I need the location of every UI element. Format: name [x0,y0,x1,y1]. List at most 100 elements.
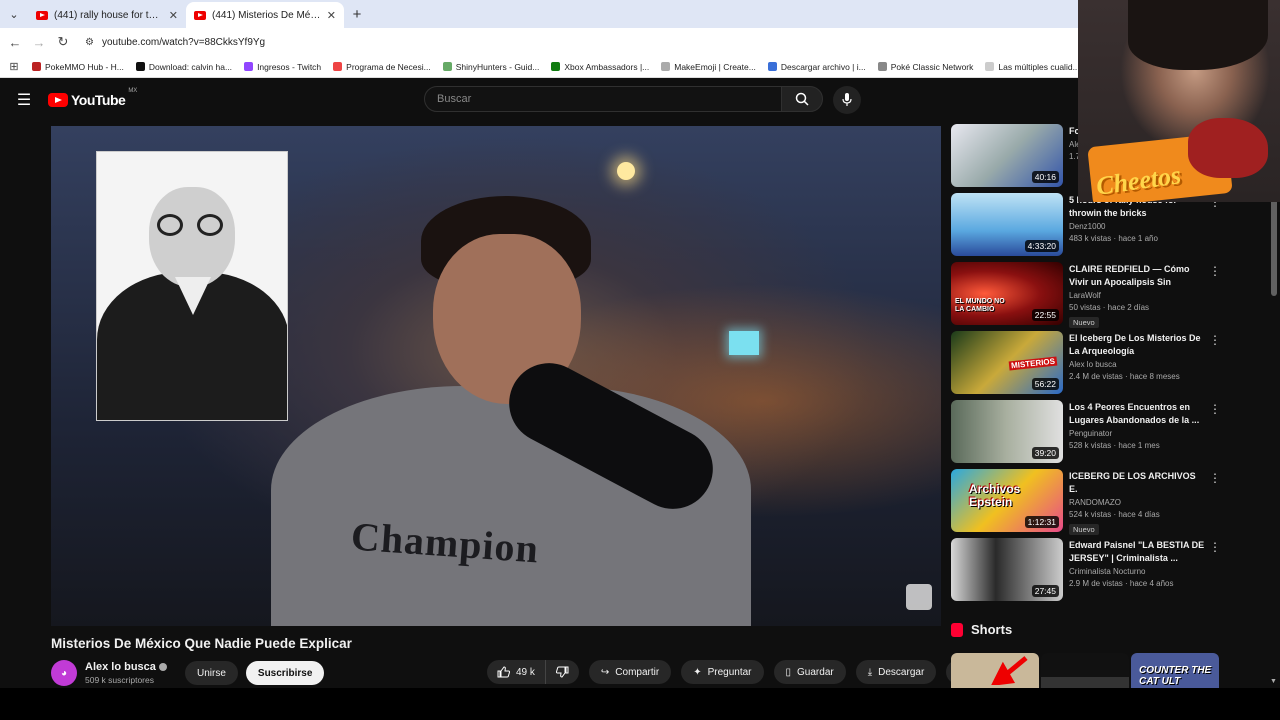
video-meta: El Iceberg De Los Misterios De La Arqueo… [1069,332,1205,381]
site-info-icon[interactable]: ⚙ [85,37,94,48]
short-thumbnail[interactable] [1041,653,1129,688]
recommended-video-title[interactable]: Edward Paisnel "LA BESTIA DE JERSEY" | C… [1069,539,1205,565]
forward-button[interactable]: → [27,35,51,50]
more-options-icon[interactable]: ⋮ [1209,540,1221,554]
bookmark-item[interactable]: Ingresos - Twitch [244,62,321,72]
recommended-channel-row: RANDOMAZO [1069,498,1205,507]
browser-tab-active[interactable]: (441) Misterios De México Que I ✕ [186,2,344,28]
url-field[interactable]: ⚙ youtube.com/watch?v=88CkksYf9Yg [85,37,265,48]
channel-watermark[interactable] [906,584,932,610]
download-button[interactable]: ⤓ Descargar [855,660,937,684]
recommended-channel-name[interactable]: Penguinator [1069,429,1112,438]
recommended-channel-name[interactable]: Criminalista Nocturno [1069,567,1145,576]
bookmark-item[interactable]: ShinyHunters - Guid... [442,61,540,72]
video-thumbnail[interactable]: 4:33:20 [951,193,1063,256]
video-thumbnail[interactable]: 40:16 [951,124,1063,187]
video-duration: 1:12:31 [1024,516,1059,528]
video-meta: CLAIRE REDFIELD — Cómo Vivir un Apocalip… [1069,263,1205,330]
bookmark-item[interactable]: Descargar archivo | i... [767,62,866,72]
search-input[interactable]: Buscar [424,86,782,112]
channel-owner-row: ◕ Alex lo busca 509 k suscriptores Unirs… [51,659,325,687]
recommended-channel-row: Denz1000 [1069,222,1205,231]
apps-grid-icon[interactable]: ⊞ [0,60,28,73]
video-thumbnail[interactable]: Archivos Epstein 1:12:31 [951,469,1063,532]
reload-button[interactable]: ↻ [51,34,75,50]
recommended-video[interactable]: 39:20 Los 4 Peores Encuentros en Lugares … [951,400,1271,464]
bookmark-favicon-icon [442,62,452,71]
share-label: Compartir [615,666,660,678]
more-options-icon[interactable]: ⋮ [1209,264,1221,278]
recommended-channel-name[interactable]: LaraWolf [1069,291,1101,300]
search-button[interactable] [781,86,823,112]
thumbnail-text: MISTERIOS [1008,356,1058,371]
bookmark-item[interactable]: Las múltiples cualid... [985,62,1080,72]
bookmark-label: MakeEmoji | Create... [674,61,756,72]
recommended-video-title[interactable]: CLAIRE REDFIELD — Cómo Vivir un Apocalip… [1069,263,1205,289]
video-duration: 4:33:20 [1024,240,1059,252]
browser-tab[interactable]: (441) rally house for throwin it ✕ [28,2,186,28]
bookmark-item[interactable]: Xbox Ambassadors |... [551,62,649,72]
save-button[interactable]: ▯ Guardar [773,660,846,684]
bookmark-item[interactable]: MakeEmoji | Create... [661,62,756,72]
join-label: Unirse [197,667,226,679]
recommended-channel-name[interactable]: Alex lo busca [1069,360,1117,369]
bookmark-item[interactable]: PokeMMO Hub - H... [32,62,124,72]
bookmark-icon: ▯ [785,666,792,678]
bookmark-favicon-icon [877,62,887,71]
hand [1188,118,1268,178]
short-thumbnail[interactable]: COUNTER THE CAT ULT [1131,653,1219,688]
letterbox-bottom [0,688,1280,720]
recommended-video[interactable]: EL MUNDO NO LA CAMBIÓ 22:55 CLAIRE REDFIEL… [951,262,1271,328]
bookmark-label: Xbox Ambassadors |... [564,61,650,72]
video-thumbnail[interactable]: MISTERIOS 56:22 [951,331,1063,394]
close-tab-icon[interactable]: ✕ [327,9,336,22]
voice-search-button[interactable] [833,86,861,114]
bookmark-item[interactable]: Poké Classic Network [877,62,973,72]
menu-icon[interactable]: ☰ [0,90,48,110]
back-button[interactable]: ← [3,35,27,50]
country-code: MX [128,88,138,94]
bookmark-favicon-icon [244,62,254,71]
video-thumbnail[interactable]: EL MUNDO NO LA CAMBIÓ 22:55 [951,262,1063,325]
recommended-video-title[interactable]: ICEBERG DE LOS ARCHIVOS E. [1069,470,1205,496]
video-thumbnail[interactable]: 39:20 [951,400,1063,463]
recommended-video-title[interactable]: El Iceberg De Los Misterios De La Arqueo… [1069,332,1205,358]
tab-search-icon[interactable]: ⌄ [0,0,28,28]
more-options-icon[interactable]: ⋮ [1209,333,1221,347]
short-title-text: COUNTER THE CAT ULT [1139,665,1212,687]
recommended-channel-name[interactable]: RANDOMAZO [1069,498,1121,507]
recommended-video[interactable]: 4:33:205 hours of rally house for throwi… [951,193,1271,257]
youtube-header: ☰ YouTube MX Buscar [0,80,1078,120]
shorts-icon [951,622,963,637]
channel-avatar[interactable]: ◕ [51,660,77,686]
bookmark-favicon-icon [551,62,561,71]
youtube-logo[interactable]: YouTube MX [48,88,137,108]
like-count: 49 k [516,666,535,678]
recommended-video-title[interactable]: Los 4 Peores Encuentros en Lugares Aband… [1069,401,1205,427]
video-player[interactable]: Champion [51,126,941,626]
join-button[interactable]: Unirse [185,661,238,685]
webcam-overlay: Cheetos [1078,0,1280,202]
scroll-down-icon[interactable]: ▼ [1270,678,1277,685]
recommended-video[interactable]: 27:45 Edward Paisnel "LA BESTIA DE JERSEY… [951,538,1271,602]
dislike-button[interactable] [546,660,579,684]
video-thumbnail[interactable]: 27:45 [951,538,1063,601]
close-tab-icon[interactable]: ✕ [169,9,178,22]
new-tab-button[interactable]: + [344,6,370,23]
view-count-and-age: 2.9 M de vistas · hace 4 años [1069,579,1174,588]
recommended-channel-name[interactable]: Denz1000 [1069,222,1105,231]
screen: ⌄ (441) rally house for throwin it ✕ (44… [0,0,1280,720]
recommended-video[interactable]: Archivos Epstein 1:12:31 ICEBERG DE LOS AR… [951,469,1271,535]
channel-name[interactable]: Alex lo busca [85,661,156,673]
share-button[interactable]: ↪ Compartir [588,660,672,684]
bookmark-item[interactable]: Download: calvin ha... [135,62,232,72]
short-thumbnail[interactable] [951,653,1039,688]
subscribe-button[interactable]: Suscribirse [245,661,325,685]
ask-button[interactable]: ✦ Preguntar [681,660,764,684]
more-options-icon[interactable]: ⋮ [1209,402,1221,416]
more-options-icon[interactable]: ⋮ [1209,471,1221,485]
bookmark-label: ShinyHunters - Guid... [455,61,540,72]
recommended-video[interactable]: MISTERIOS 56:22 El Iceberg De Los Misterio… [951,331,1271,395]
bookmark-item[interactable]: Programa de Necesi... [333,62,431,72]
like-button[interactable]: 49 k [487,660,546,684]
